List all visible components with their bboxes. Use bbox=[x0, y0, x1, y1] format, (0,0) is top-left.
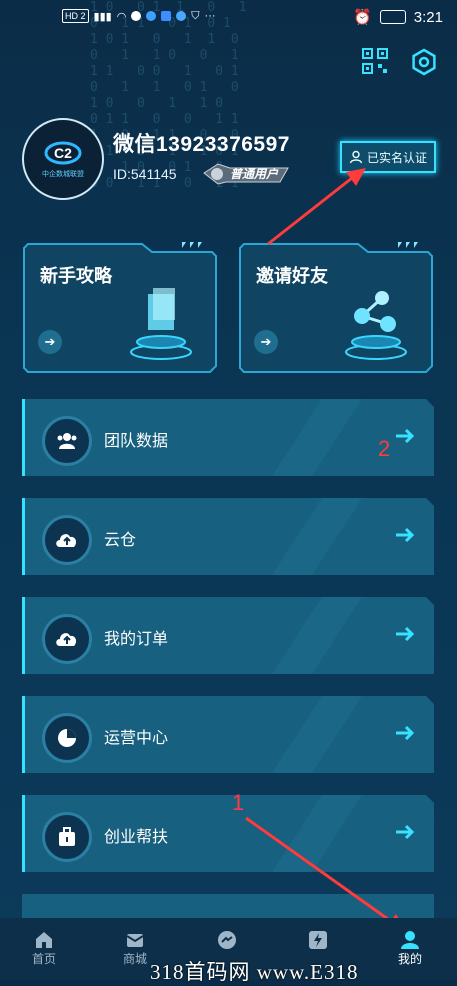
user-outline-icon bbox=[349, 150, 363, 164]
tab-label: 我的 bbox=[397, 952, 422, 966]
arrow-right-icon bbox=[396, 725, 415, 741]
menu-item-label: 创业帮扶 bbox=[104, 829, 169, 846]
lightning-icon bbox=[309, 931, 327, 949]
arrow-right-icon: ➔ bbox=[44, 334, 56, 349]
svg-text:C2: C2 bbox=[54, 145, 72, 161]
network-hologram-icon bbox=[345, 291, 407, 360]
card-newbie-guide[interactable]: 新手攻略 ➔ bbox=[22, 240, 218, 374]
user-id: ID:541145 bbox=[113, 166, 177, 182]
avatar-caption: 中企数城联盟 bbox=[42, 171, 84, 178]
settings-icon[interactable] bbox=[410, 48, 438, 76]
level-badge-label: 普通用户 bbox=[230, 167, 279, 181]
cloud-upload-icon bbox=[42, 515, 92, 565]
menu-item-label: 云仓 bbox=[104, 532, 137, 549]
card-title: 新手攻略 bbox=[40, 266, 112, 286]
tab-label: 商城 bbox=[122, 952, 147, 966]
arrow-right-icon bbox=[396, 626, 415, 642]
annotation-number-1: 1 bbox=[232, 790, 245, 815]
arrow-right-icon bbox=[396, 428, 415, 444]
menu-item-cloud-warehouse[interactable]: 云仓 bbox=[22, 498, 434, 575]
arrow-right-icon: ➔ bbox=[260, 334, 272, 349]
user-icon bbox=[401, 931, 419, 949]
brand-logo-icon: C2 bbox=[44, 141, 82, 165]
mail-icon bbox=[126, 934, 144, 947]
qr-code-icon[interactable] bbox=[362, 48, 388, 74]
annotation-number-2: 2 bbox=[378, 436, 391, 461]
pie-chart-icon bbox=[42, 713, 92, 763]
status-time: 3:21 bbox=[413, 8, 443, 26]
menu-item-label: 我的订单 bbox=[104, 631, 169, 648]
menu-item-my-orders[interactable]: 我的订单 bbox=[22, 597, 434, 674]
card-go-button[interactable]: ➔ bbox=[38, 330, 62, 354]
menu-item-label: 团队数据 bbox=[104, 433, 169, 450]
briefcase-icon bbox=[42, 812, 92, 862]
card-title: 邀请好友 bbox=[256, 266, 328, 286]
cloud-upload-icon bbox=[42, 614, 92, 664]
menu-item-partial bbox=[22, 894, 434, 918]
hd-indicator: HD 2 bbox=[62, 9, 89, 23]
verified-badge-label: 已实名认证 bbox=[366, 150, 427, 165]
tab-label: 首页 bbox=[31, 952, 56, 966]
document-hologram-icon bbox=[130, 288, 192, 360]
arrow-right-icon bbox=[396, 527, 415, 543]
home-icon bbox=[36, 932, 52, 948]
menu-item-label: 运营中心 bbox=[104, 730, 169, 747]
menu-item-startup-support[interactable]: 创业帮扶 bbox=[22, 795, 434, 872]
menu-item-operation-center[interactable]: 运营中心 bbox=[22, 696, 434, 773]
menu-item-team-data[interactable]: 团队数据 bbox=[22, 399, 434, 476]
user-name: 微信13923376597 bbox=[113, 133, 290, 156]
level-badge: 普通用户 bbox=[200, 160, 292, 186]
watermark-text: 318首码网 www.E318 bbox=[150, 960, 359, 984]
tab-mine[interactable]: 我的 bbox=[370, 918, 450, 980]
team-icon bbox=[42, 416, 92, 466]
avatar[interactable]: C2 中企数城联盟 bbox=[22, 118, 104, 200]
tab-home[interactable]: 首页 bbox=[4, 918, 84, 980]
messenger-icon bbox=[218, 931, 236, 949]
arrow-right-icon bbox=[396, 824, 415, 840]
card-invite-friends[interactable]: 邀请好友 ➔ bbox=[238, 240, 434, 374]
card-go-button[interactable]: ➔ bbox=[254, 330, 278, 354]
verified-badge[interactable]: 已实名认证 bbox=[340, 141, 436, 173]
